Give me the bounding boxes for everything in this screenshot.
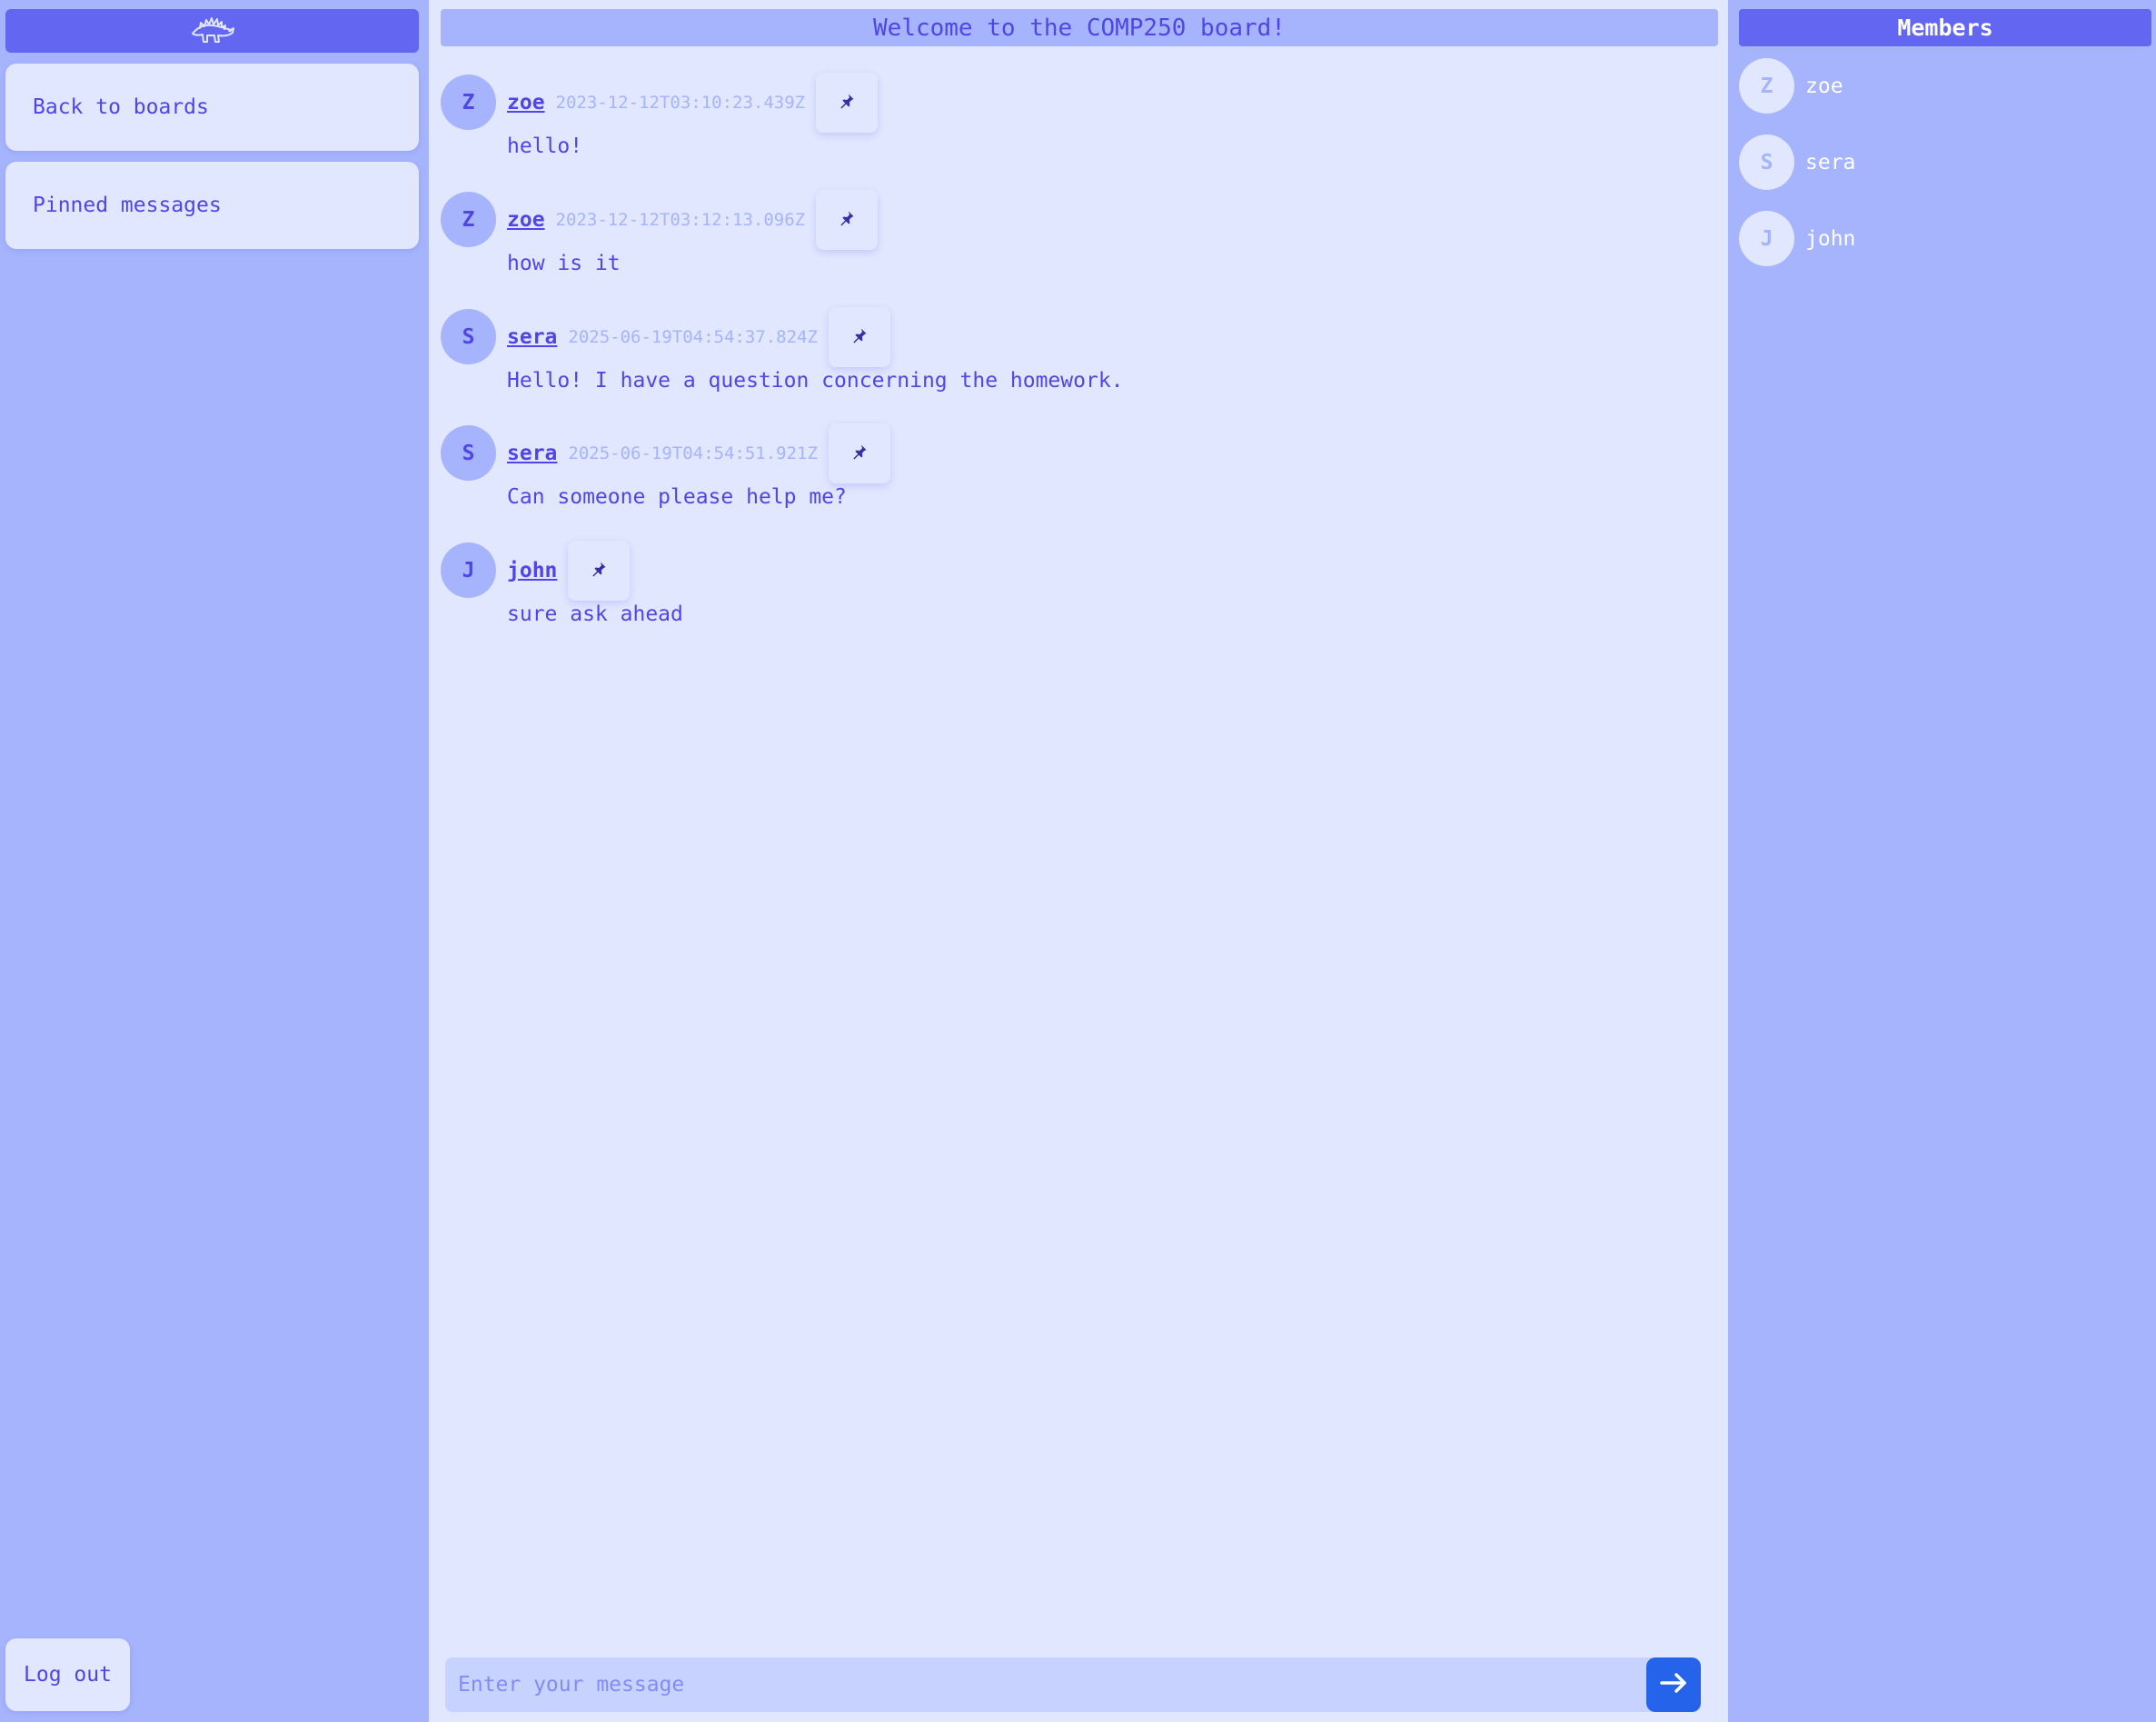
message-header: sera 2025-06-19T04:54:37.824Z [507,306,890,367]
message-timestamp: 2025-06-19T04:54:37.824Z [568,326,818,347]
member-avatar: Z [1739,58,1794,114]
board-title: Welcome to the COMP250 board! [441,9,1718,46]
members-sidebar: Members Zzoe Ssera Jjohn [1728,0,2156,1722]
message-item: Jjohn sure ask ahead [441,540,1622,661]
members-title-text: Members [1897,15,1993,41]
pin-icon [839,93,855,113]
message-composer [445,1657,1701,1712]
member-item[interactable]: Zzoe [1739,58,2139,114]
message-author-link[interactable]: zoe [507,91,545,114]
message-header: john [507,540,631,601]
message-item: Zzoe 2023-12-12T03:10:23.439Z hello! [441,72,1622,193]
pin-icon [591,561,607,581]
avatar-initial: J [462,558,475,582]
avatar: Z [441,192,496,247]
pinned-messages-label: Pinned messages [33,194,222,217]
member-name: sera [1805,150,1856,174]
members-title: Members [1739,9,2151,46]
member-initial: J [1760,226,1773,251]
member-initial: Z [1760,74,1773,98]
chat-panel: Welcome to the COMP250 board! Zzoe 2023-1… [429,0,1728,1722]
message-timestamp: 2023-12-12T03:10:23.439Z [555,92,806,113]
message-input[interactable] [445,1657,1626,1712]
message-header: sera 2025-06-19T04:54:51.921Z [507,423,890,483]
avatar: S [441,425,496,481]
message-item: Ssera 2025-06-19T04:54:37.824Z Hello! I ha… [441,306,1622,427]
message-item: Zzoe 2023-12-12T03:12:13.096Z how is it [441,189,1622,310]
pin-message-button[interactable] [816,72,879,133]
back-to-boards-label: Back to boards [33,95,209,119]
message-text: how is it [507,252,621,275]
message-text: sure ask ahead [507,602,683,626]
message-text: hello! [507,134,583,158]
message-header: zoe 2023-12-12T03:12:13.096Z [507,189,879,250]
member-initial: S [1760,150,1773,174]
member-item[interactable]: Jjohn [1739,211,2139,266]
member-avatar: J [1739,211,1794,266]
avatar: S [441,309,496,364]
message-author-link[interactable]: sera [507,325,557,349]
avatar-initial: Z [462,90,475,114]
pin-message-button[interactable] [816,189,879,250]
app: Back to boards Pinned messages Log out W… [0,0,2156,1722]
avatar: Z [441,75,496,130]
left-sidebar: Back to boards Pinned messages Log out [0,0,429,1722]
pin-message-button[interactable] [568,540,631,601]
back-to-boards-button[interactable]: Back to boards [5,64,419,151]
pin-message-button[interactable] [828,306,890,367]
message-text: Can someone please help me? [507,485,847,509]
message-timestamp: 2023-12-12T03:12:13.096Z [555,209,806,230]
send-button[interactable] [1646,1657,1701,1712]
message-timestamp: 2025-06-19T04:54:51.921Z [568,443,818,463]
avatar: J [441,542,496,598]
stegosaurus-logo-icon [189,14,236,48]
avatar-initial: Z [462,207,475,232]
logout-label: Log out [24,1663,112,1687]
logout-button[interactable]: Log out [5,1638,130,1711]
message-item: Ssera 2025-06-19T04:54:51.921Z Can someone… [441,423,1622,543]
logo-bar [5,9,419,53]
message-text: Hello! I have a question concerning the … [507,369,1124,393]
message-author-link[interactable]: sera [507,442,557,465]
member-name: john [1805,226,1856,251]
member-name: zoe [1805,74,1843,98]
board-title-text: Welcome to the COMP250 board! [873,14,1286,42]
message-author-link[interactable]: john [507,559,557,582]
avatar-initial: S [462,324,475,349]
pin-icon [851,443,868,463]
avatar-initial: S [462,441,475,465]
member-item[interactable]: Ssera [1739,134,2139,190]
arrow-right-icon [1659,1672,1688,1697]
pinned-messages-button[interactable]: Pinned messages [5,162,419,249]
pin-message-button[interactable] [828,423,890,483]
member-avatar: S [1739,134,1794,190]
message-header: zoe 2023-12-12T03:10:23.439Z [507,72,879,133]
message-author-link[interactable]: zoe [507,208,545,232]
pin-icon [851,327,868,347]
pin-icon [839,210,855,230]
